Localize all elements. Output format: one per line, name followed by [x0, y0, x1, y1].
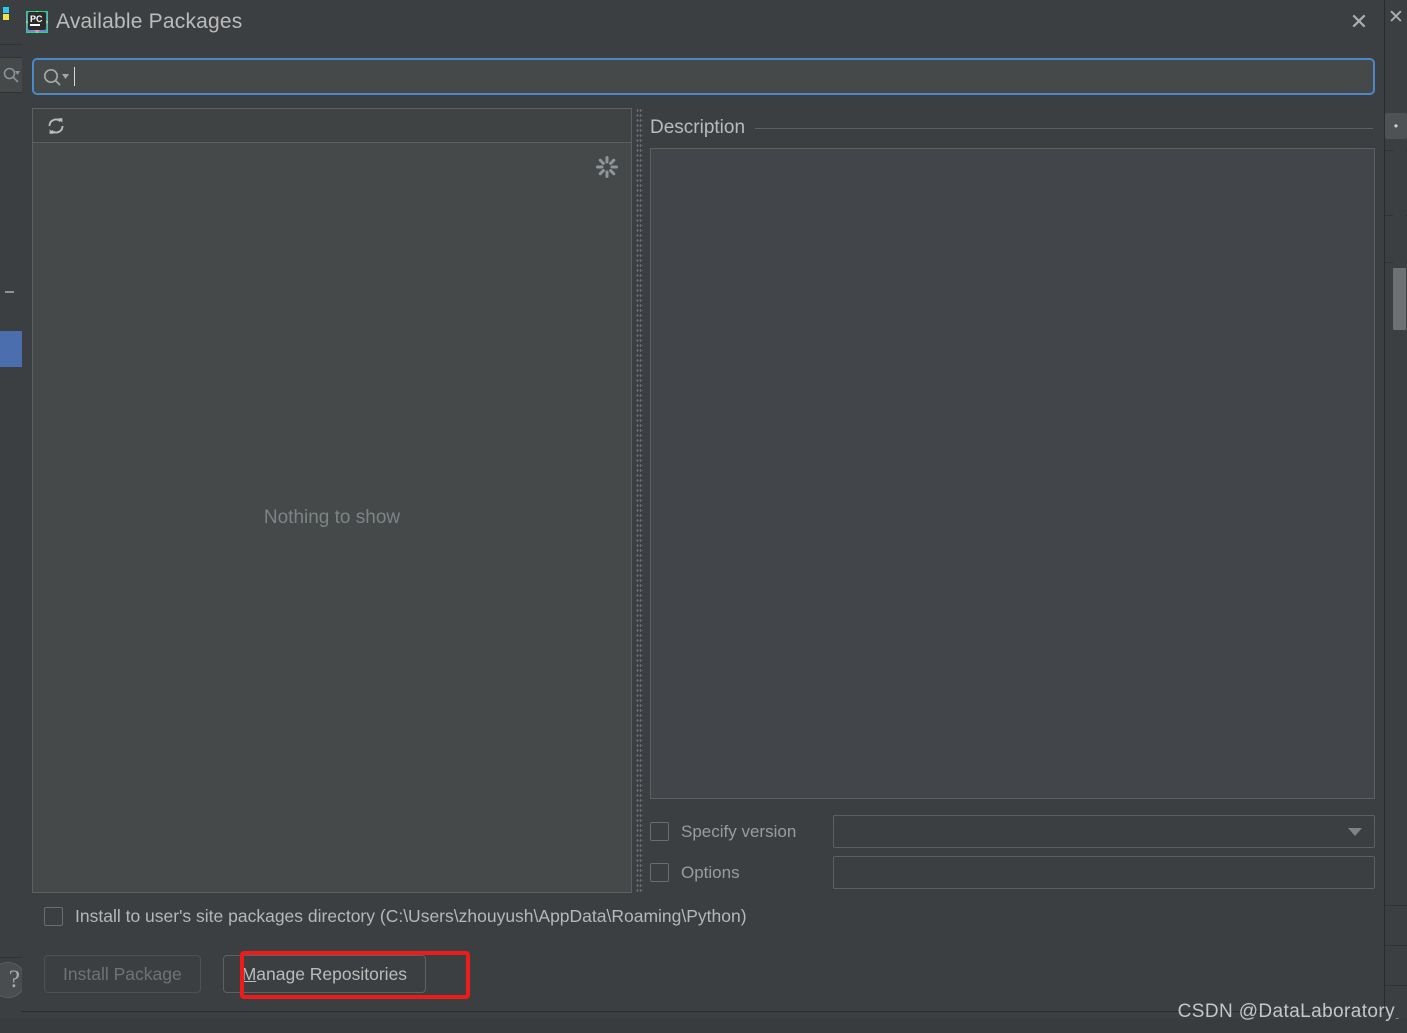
packages-toolbar [33, 109, 631, 143]
options-checkbox[interactable] [650, 863, 669, 882]
version-combobox[interactable] [833, 815, 1375, 848]
dialog-buttons: Install Package Manage Repositories [44, 955, 427, 993]
background-tree-dash [5, 291, 14, 293]
options-input[interactable] [833, 856, 1375, 889]
panel-splitter[interactable] [632, 108, 650, 893]
description-panel: Description Specify version Options [650, 108, 1375, 893]
options-row: Options [650, 852, 1375, 893]
dialog-title: Available Packages [56, 10, 243, 33]
background-divider [0, 44, 22, 45]
install-to-user-site-checkbox[interactable] [44, 907, 63, 926]
specify-version-checkbox[interactable] [650, 822, 669, 841]
empty-state-label: Nothing to show [263, 506, 401, 528]
background-toolwindow-header [0, 0, 22, 44]
specify-version-label: Specify version [681, 821, 797, 841]
background-close-icon[interactable]: ✕ [1385, 6, 1407, 30]
description-label: Description [650, 117, 746, 138]
text-cursor [74, 67, 75, 86]
install-package-button[interactable]: Install Package [44, 955, 201, 993]
dialog-content: Nothing to show Description Specify vers… [32, 108, 1375, 893]
watermark: CSDN @DataLaboratory [1177, 1001, 1395, 1022]
background-left-strip: ? [0, 0, 26, 1033]
background-divider [0, 957, 22, 958]
background-divider [1385, 945, 1407, 946]
description-header: Description [650, 108, 1375, 148]
manage-repositories-mnemonic: M [241, 963, 257, 984]
background-selected-row[interactable] [0, 331, 22, 367]
packages-list-body[interactable]: Nothing to show [33, 143, 631, 892]
refresh-icon[interactable] [43, 113, 69, 139]
background-search-field[interactable] [0, 57, 22, 93]
packages-list-panel: Nothing to show [32, 108, 632, 893]
background-divider [1385, 985, 1407, 986]
manage-repositories-button[interactable]: Manage Repositories [222, 955, 427, 993]
background-app-mini-icon [3, 7, 9, 20]
scrollbar-thumb[interactable] [1393, 268, 1406, 330]
install-scope-row: Install to user's site packages director… [44, 906, 747, 927]
manage-repositories-label: anage Repositories [256, 963, 408, 984]
dialog-titlebar: PC Available Packages ✕ [22, 0, 1384, 46]
close-icon[interactable]: ✕ [1344, 7, 1374, 37]
search-icon [3, 67, 20, 83]
available-packages-dialog: PC Available Packages ✕ Nothing to show … [22, 0, 1385, 1012]
install-to-user-site-label: Install to user's site packages director… [75, 906, 747, 926]
options-label: Options [681, 862, 740, 882]
pycharm-logo-icon: PC [26, 11, 48, 33]
description-text-area[interactable] [650, 148, 1375, 799]
specify-version-row: Specify version [650, 811, 1375, 852]
description-separator [755, 127, 1373, 129]
vertical-scrollbar[interactable] [1393, 150, 1406, 990]
search-input[interactable] [32, 58, 1375, 95]
background-right-strip: ✕ • ❮ [1385, 0, 1407, 1033]
loading-spinner-icon [595, 155, 619, 179]
background-chip: • [1385, 113, 1407, 139]
svg-text:PC: PC [30, 14, 43, 24]
background-divider [1385, 905, 1407, 906]
splitter-grip[interactable] [636, 108, 643, 893]
chevron-down-icon [1348, 827, 1362, 836]
search-icon [42, 67, 70, 87]
